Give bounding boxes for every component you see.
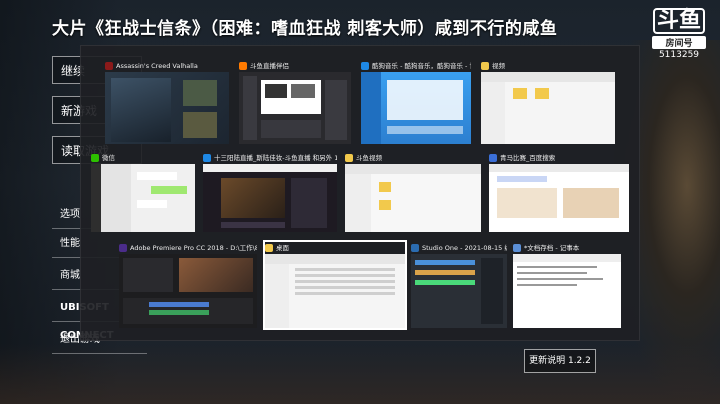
- browser-icon: [203, 154, 211, 162]
- window-thumb-douyu-browser[interactable]: 十三阳陆直播_斯陆佳妆-斗鱼直播 和另外 1...: [203, 152, 337, 232]
- douyu-mark: 斗鱼: [652, 8, 705, 34]
- window-preview: [119, 254, 257, 328]
- window-thumb-studio-one[interactable]: Studio One - 2021-08-15 编程档测...: [411, 242, 507, 328]
- window-preview: [239, 72, 351, 144]
- window-thumb-wechat[interactable]: 微信: [91, 152, 195, 232]
- window-title: 酷狗音乐 - 酷狗音乐，酷狗音乐 - 让音乐...: [372, 62, 471, 70]
- browser-icon: [489, 154, 497, 162]
- app-icon: [119, 244, 127, 252]
- window-title: Assassin's Creed Valhalla: [116, 62, 198, 70]
- window-title: 青马比赛_百度搜索: [500, 154, 556, 162]
- app-icon: [105, 62, 113, 70]
- stream-title: 大片《狂战士信条》（困难：嗜血狂战 刺客大师）咸到不行的咸鱼: [52, 19, 558, 39]
- window-thumb-douyu-video-folder[interactable]: 斗鱼视频: [345, 152, 481, 232]
- window-title: 斗鱼直播伴侣: [250, 62, 289, 70]
- folder-icon: [265, 244, 273, 252]
- window-preview: [265, 254, 405, 328]
- room-number: 5113259: [658, 50, 700, 60]
- window-title: Studio One - 2021-08-15 编程档测...: [422, 244, 507, 252]
- update-notes-button[interactable]: 更新说明 1.2.2: [524, 349, 596, 373]
- window-thumb-notepad[interactable]: *文档存档 - 记事本: [513, 242, 621, 328]
- window-title: 视频: [492, 62, 505, 70]
- window-preview: [411, 254, 507, 328]
- window-preview: [91, 164, 195, 232]
- window-thumb-douyu-companion[interactable]: 斗鱼直播伴侣: [239, 60, 351, 144]
- app-icon: [239, 62, 247, 70]
- room-label: 房间号: [652, 36, 706, 49]
- window-preview: [105, 72, 229, 144]
- app-icon: [411, 244, 419, 252]
- window-preview: [513, 254, 621, 328]
- window-preview: [489, 164, 629, 232]
- window-title: 十三阳陆直播_斯陆佳妆-斗鱼直播 和另外 1...: [214, 154, 337, 162]
- window-title: *文档存档 - 记事本: [524, 244, 580, 252]
- window-thumb-valhalla[interactable]: Assassin's Creed Valhalla: [105, 60, 229, 144]
- window-thumb-video-folder[interactable]: 视频: [481, 60, 615, 144]
- window-title: Adobe Premiere Pro CC 2018 - D:\工作\8.21\…: [130, 244, 257, 252]
- window-thumb-kugou[interactable]: 酷狗音乐 - 酷狗音乐，酷狗音乐 - 让音乐...: [361, 60, 471, 144]
- notepad-icon: [513, 244, 521, 252]
- window-title: 斗鱼视频: [356, 154, 382, 162]
- window-preview: [361, 72, 471, 144]
- window-title: 桌面: [276, 244, 289, 252]
- folder-icon: [481, 62, 489, 70]
- folder-icon: [345, 154, 353, 162]
- window-switcher: Assassin's Creed Valhalla 斗鱼直播伴侣 酷狗音乐 - …: [80, 45, 640, 341]
- douyu-logo: 斗鱼 房间号 5113259: [652, 8, 706, 60]
- app-icon: [361, 62, 369, 70]
- window-preview: [481, 72, 615, 144]
- app-icon: [91, 154, 99, 162]
- window-title: 微信: [102, 154, 115, 162]
- window-thumb-premiere[interactable]: Adobe Premiere Pro CC 2018 - D:\工作\8.21\…: [119, 242, 257, 328]
- window-preview: [203, 164, 337, 232]
- window-thumb-desktop-selected[interactable]: 桌面: [263, 240, 407, 330]
- window-preview: [345, 164, 481, 232]
- window-thumb-baidu-search[interactable]: 青马比赛_百度搜索: [489, 152, 629, 232]
